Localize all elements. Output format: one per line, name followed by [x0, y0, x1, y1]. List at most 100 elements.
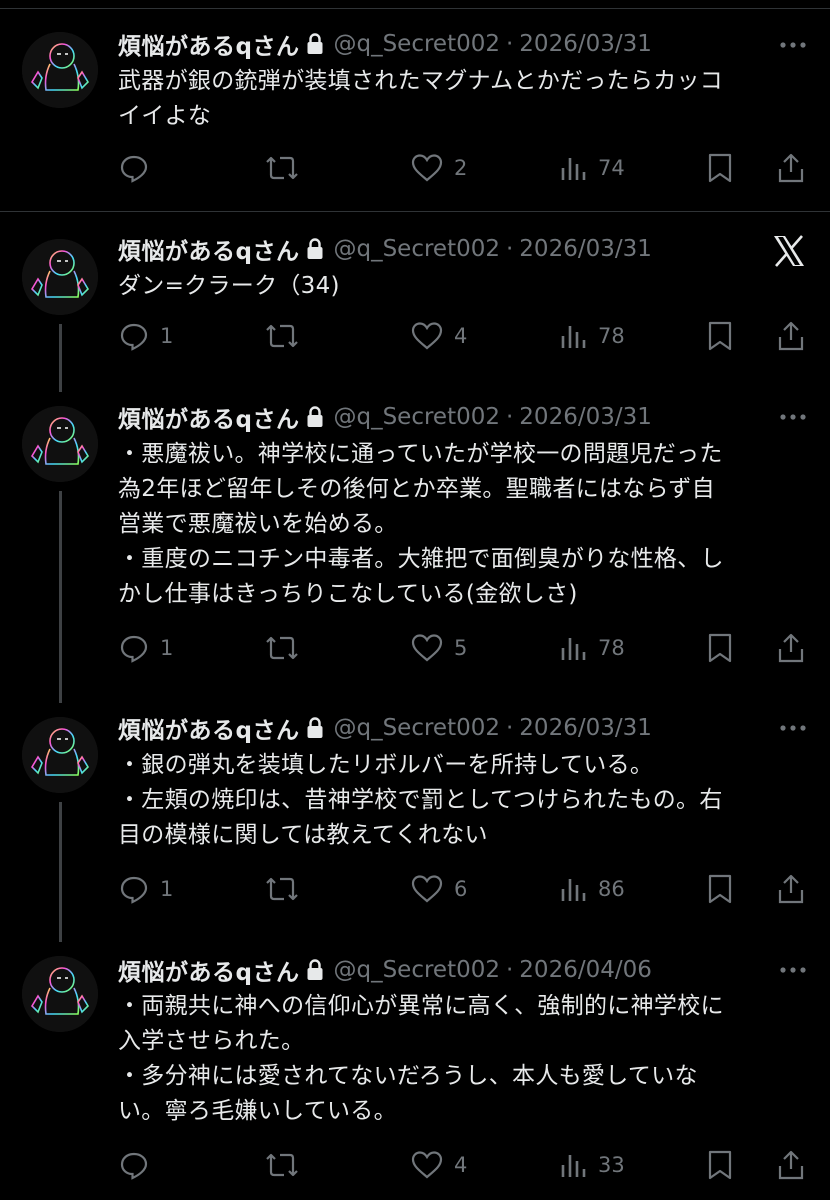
like-count: 5 — [454, 636, 468, 660]
timestamp[interactable]: 2026/03/31 — [519, 404, 652, 430]
more-icon[interactable] — [778, 405, 808, 429]
tweet-text-line: ダン=クラーク（34) — [118, 273, 340, 299]
more-icon[interactable] — [778, 716, 808, 740]
bookmark-button[interactable] — [706, 316, 734, 356]
avatar[interactable] — [22, 406, 98, 482]
share-icon — [776, 320, 806, 352]
display-name[interactable]: 煩悩があるqさん — [118, 232, 299, 266]
retweet-icon — [264, 1149, 300, 1181]
timestamp[interactable]: 2026/03/31 — [519, 31, 652, 57]
like-icon — [410, 632, 444, 664]
avatar[interactable] — [22, 32, 98, 108]
share-icon — [776, 873, 806, 905]
display-name[interactable]: 煩悩があるqさん — [118, 953, 299, 987]
views-count: 74 — [598, 156, 625, 180]
tweet-text-line: イイよな — [118, 103, 212, 129]
like-icon — [410, 152, 444, 184]
tweet-text: ダン=クラーク（34) — [118, 269, 808, 304]
action-bar: 1 5 78 — [118, 628, 818, 668]
tweet-text-line: ・左頬の焼印は、昔神学校で罰としてつけられたもの。右 — [118, 787, 723, 813]
reply-button[interactable]: 1 — [118, 628, 173, 668]
timestamp[interactable]: 2026/03/31 — [519, 236, 652, 262]
views-button[interactable]: 86 — [558, 869, 625, 909]
handle[interactable]: @q_Secret002 — [333, 957, 500, 983]
views-icon — [558, 152, 588, 184]
handle[interactable]: @q_Secret002 — [333, 31, 500, 57]
retweet-button[interactable] — [264, 316, 300, 356]
bookmark-button[interactable] — [706, 1145, 734, 1185]
more-icon[interactable] — [778, 33, 808, 57]
share-button[interactable] — [776, 316, 806, 356]
tweet-text: 武器が銀の銃弾が装填されたマグナムとかだったらカッコ イイよな — [118, 64, 808, 134]
avatar[interactable] — [22, 239, 98, 315]
reply-icon — [118, 320, 150, 352]
separator-dot: · — [505, 236, 514, 262]
retweet-button[interactable] — [264, 628, 300, 668]
tweet-text-line: ・銀の弾丸を装填したリボルバーを所持している。 — [118, 752, 654, 778]
share-icon — [776, 152, 806, 184]
views-button[interactable]: 78 — [558, 316, 625, 356]
share-button[interactable] — [776, 628, 806, 668]
views-count: 78 — [598, 324, 625, 348]
bookmark-button[interactable] — [706, 869, 734, 909]
handle[interactable]: @q_Secret002 — [333, 715, 500, 741]
more-icon[interactable] — [778, 958, 808, 982]
bookmark-button[interactable] — [706, 148, 734, 188]
views-button[interactable]: 33 — [558, 1145, 625, 1185]
reply-button[interactable] — [118, 1145, 160, 1185]
like-button[interactable]: 4 — [410, 316, 467, 356]
tweet-text-line: ・多分神には愛されてないだろうし、本人も愛していな — [118, 1063, 698, 1089]
thread-line — [59, 802, 62, 942]
share-icon — [776, 1149, 806, 1181]
share-button[interactable] — [776, 148, 806, 188]
tweet-text-line: ・重度のニコチン中毒者。大雑把で面倒臭がりな性格、し — [118, 546, 724, 572]
tweet-text: ・銀の弾丸を装填したリボルバーを所持している。 ・左頬の焼印は、昔神学校で罰とし… — [118, 748, 808, 853]
views-button[interactable]: 74 — [558, 148, 625, 188]
bookmark-button[interactable] — [706, 628, 734, 668]
display-name[interactable]: 煩悩があるqさん — [118, 711, 299, 745]
timestamp[interactable]: 2026/04/06 — [519, 957, 652, 983]
like-count: 4 — [454, 1153, 468, 1177]
share-button[interactable] — [776, 869, 806, 909]
retweet-button[interactable] — [264, 148, 300, 188]
bookmark-icon — [706, 320, 734, 352]
reply-count: 1 — [160, 877, 174, 901]
tweet-divider — [0, 211, 830, 212]
action-bar: 1 6 86 — [118, 869, 818, 909]
handle[interactable]: @q_Secret002 — [333, 404, 500, 430]
like-count: 4 — [454, 324, 468, 348]
like-button[interactable]: 5 — [410, 628, 467, 668]
like-button[interactable]: 4 — [410, 1145, 467, 1185]
display-name[interactable]: 煩悩があるqさん — [118, 27, 299, 61]
timestamp[interactable]: 2026/03/31 — [519, 715, 652, 741]
lock-icon — [306, 33, 324, 55]
tweet-header: 煩悩があるqさん @q_Secret002 · 2026/03/31 — [118, 28, 652, 60]
avatar[interactable] — [22, 956, 98, 1032]
retweet-button[interactable] — [264, 1145, 300, 1185]
reply-count: 1 — [160, 636, 174, 660]
tweet-text-line: 為2年ほど留年しその後何とか卒業。聖職者にはならず自 — [118, 476, 715, 502]
views-icon — [558, 632, 588, 664]
views-button[interactable]: 78 — [558, 628, 625, 668]
action-bar: 1 4 78 — [118, 316, 818, 356]
retweet-button[interactable] — [264, 869, 300, 909]
thread-line — [59, 491, 62, 703]
x-logo-icon[interactable] — [770, 232, 808, 270]
like-button[interactable]: 2 — [410, 148, 467, 188]
retweet-icon — [264, 320, 300, 352]
reply-button[interactable]: 1 — [118, 869, 173, 909]
tweet-text-line: 営業で悪魔祓いを始める。 — [118, 511, 398, 537]
avatar[interactable] — [22, 717, 98, 793]
reply-button[interactable] — [118, 148, 160, 188]
reply-button[interactable]: 1 — [118, 316, 173, 356]
tweet-text-line: 武器が銀の銃弾が装填されたマグナムとかだったらカッコ — [118, 68, 724, 94]
bookmark-icon — [706, 873, 734, 905]
tweet-header: 煩悩があるqさん @q_Secret002 · 2026/03/31 — [118, 712, 652, 744]
top-divider — [0, 0, 830, 9]
views-count: 33 — [598, 1153, 625, 1177]
display-name[interactable]: 煩悩があるqさん — [118, 400, 299, 434]
like-button[interactable]: 6 — [410, 869, 467, 909]
handle[interactable]: @q_Secret002 — [333, 236, 500, 262]
action-bar: 4 33 — [118, 1145, 818, 1185]
share-button[interactable] — [776, 1145, 806, 1185]
